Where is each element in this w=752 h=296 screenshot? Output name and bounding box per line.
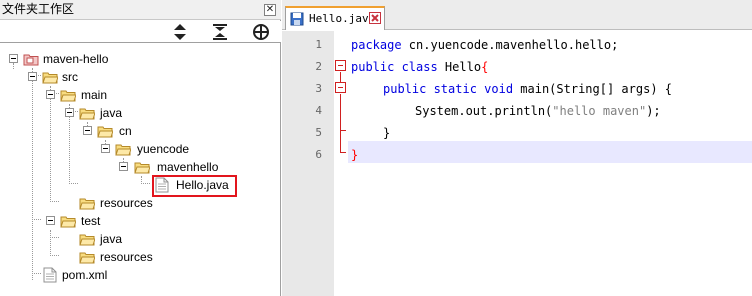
close-icon[interactable]: ✕ (264, 4, 276, 16)
line-number: 5 (315, 126, 322, 139)
fold-end (340, 152, 346, 153)
line-number: 3 (315, 82, 322, 95)
panel-titlebar: 文件夹工作区 ✕ (0, 0, 281, 20)
tree-item-label: java (100, 232, 123, 246)
line-number: 6 (315, 148, 322, 161)
code-area[interactable]: 1 2 3 4 5 6 package cn.yuencode.mavenhel… (282, 31, 752, 296)
code-editor: Hello.java 1 2 3 4 5 6 package cn.yuenco… (282, 0, 752, 296)
line-number: 4 (315, 104, 322, 117)
expand-all-icon[interactable] (210, 23, 230, 41)
keyword: public class (351, 60, 438, 74)
tree-item-label: test (81, 214, 101, 228)
panel-toolbar (0, 21, 281, 43)
code-text: main(String[] args) { (513, 82, 672, 96)
line-number: 1 (315, 38, 322, 51)
fold-toggle[interactable] (335, 82, 346, 93)
tab-hello-java[interactable]: Hello.java (285, 6, 385, 30)
keyword: public static void (383, 82, 514, 96)
code-line-1: package cn.yuencode.mavenhello.hello; (351, 36, 618, 54)
collapse-toggle[interactable] (46, 216, 55, 225)
tab-label: Hello.java (309, 12, 376, 25)
tree-item-test[interactable]: test (0, 212, 120, 230)
tree-item-label: maven-hello (43, 52, 109, 66)
tree-item-label: pom.xml (62, 268, 108, 282)
tree-item-src[interactable]: src (0, 68, 120, 86)
collapse-toggle[interactable] (83, 126, 92, 135)
tree-item-resources[interactable]: resources (0, 194, 160, 212)
tree-item-label: main (81, 88, 108, 102)
tree-item-label: resources (100, 196, 153, 210)
code-text: ); (646, 104, 661, 118)
fold-line (340, 72, 341, 82)
code-text: System.out.println( (415, 104, 553, 118)
tree-item-label: yuencode (137, 142, 190, 156)
tree-item-label: mavenhello (157, 160, 219, 174)
tree-item-pom-xml[interactable]: pom.xml (0, 266, 120, 284)
tree-item-maven-hello[interactable]: maven-hello (0, 50, 140, 68)
highlight-box (152, 175, 237, 197)
tree-item-test-resources[interactable]: resources (0, 248, 160, 266)
collapse-toggle[interactable] (46, 90, 55, 99)
string-literal: "hello maven" (552, 104, 647, 118)
code-line-5: } (383, 124, 390, 142)
brace: } (351, 148, 359, 162)
tree-item-java[interactable]: java (0, 104, 140, 122)
code-line-2: public class Hello{ (351, 58, 488, 76)
close-icon[interactable] (369, 12, 381, 24)
code-text: } (383, 126, 391, 140)
code-line-6: } (351, 146, 358, 164)
keyword: package (351, 38, 402, 52)
line-number-gutter: 1 2 3 4 5 6 (282, 31, 334, 296)
fold-line (340, 94, 341, 152)
link-editor-icon[interactable] (251, 23, 271, 41)
collapse-toggle[interactable] (101, 144, 110, 153)
line-number: 2 (315, 60, 322, 73)
tree-item-label: src (62, 70, 78, 84)
code-line-3: public static void main(String[] args) { (383, 80, 672, 98)
current-line-highlight (348, 141, 752, 163)
collapse-toggle[interactable] (9, 54, 18, 63)
tree-item-cn[interactable]: cn (0, 122, 150, 140)
tree-item-label: resources (100, 250, 153, 264)
collapse-all-icon[interactable] (170, 23, 190, 41)
tab-bar: Hello.java (282, 0, 752, 30)
tree-item-label: cn (119, 124, 132, 138)
code-line-4: System.out.println("hello maven"); (415, 102, 661, 120)
tree-item-test-java[interactable]: java (0, 230, 140, 248)
collapse-toggle[interactable] (28, 72, 37, 81)
code-text: cn.yuencode.mavenhello.hello; (401, 38, 619, 52)
folder-workspace-panel: 文件夹工作区 ✕ maven-hello src main java cn yu… (0, 0, 281, 296)
collapse-toggle[interactable] (65, 108, 74, 117)
tree-item-label: java (100, 106, 123, 120)
fold-toggle[interactable] (335, 60, 346, 71)
tree-item-yuencode[interactable]: yuencode (0, 140, 200, 158)
save-icon (290, 12, 304, 29)
folder-tree: maven-hello src main java cn yuencode ma… (0, 44, 281, 296)
panel-title: 文件夹工作区 (2, 2, 75, 16)
brace: { (481, 60, 489, 74)
code-text: Hello (437, 60, 482, 74)
fold-end (340, 130, 346, 131)
tree-item-main[interactable]: main (0, 86, 130, 104)
tree-item-mavenhello[interactable]: mavenhello (0, 158, 240, 176)
collapse-toggle[interactable] (119, 162, 128, 171)
file-icon (43, 267, 57, 286)
